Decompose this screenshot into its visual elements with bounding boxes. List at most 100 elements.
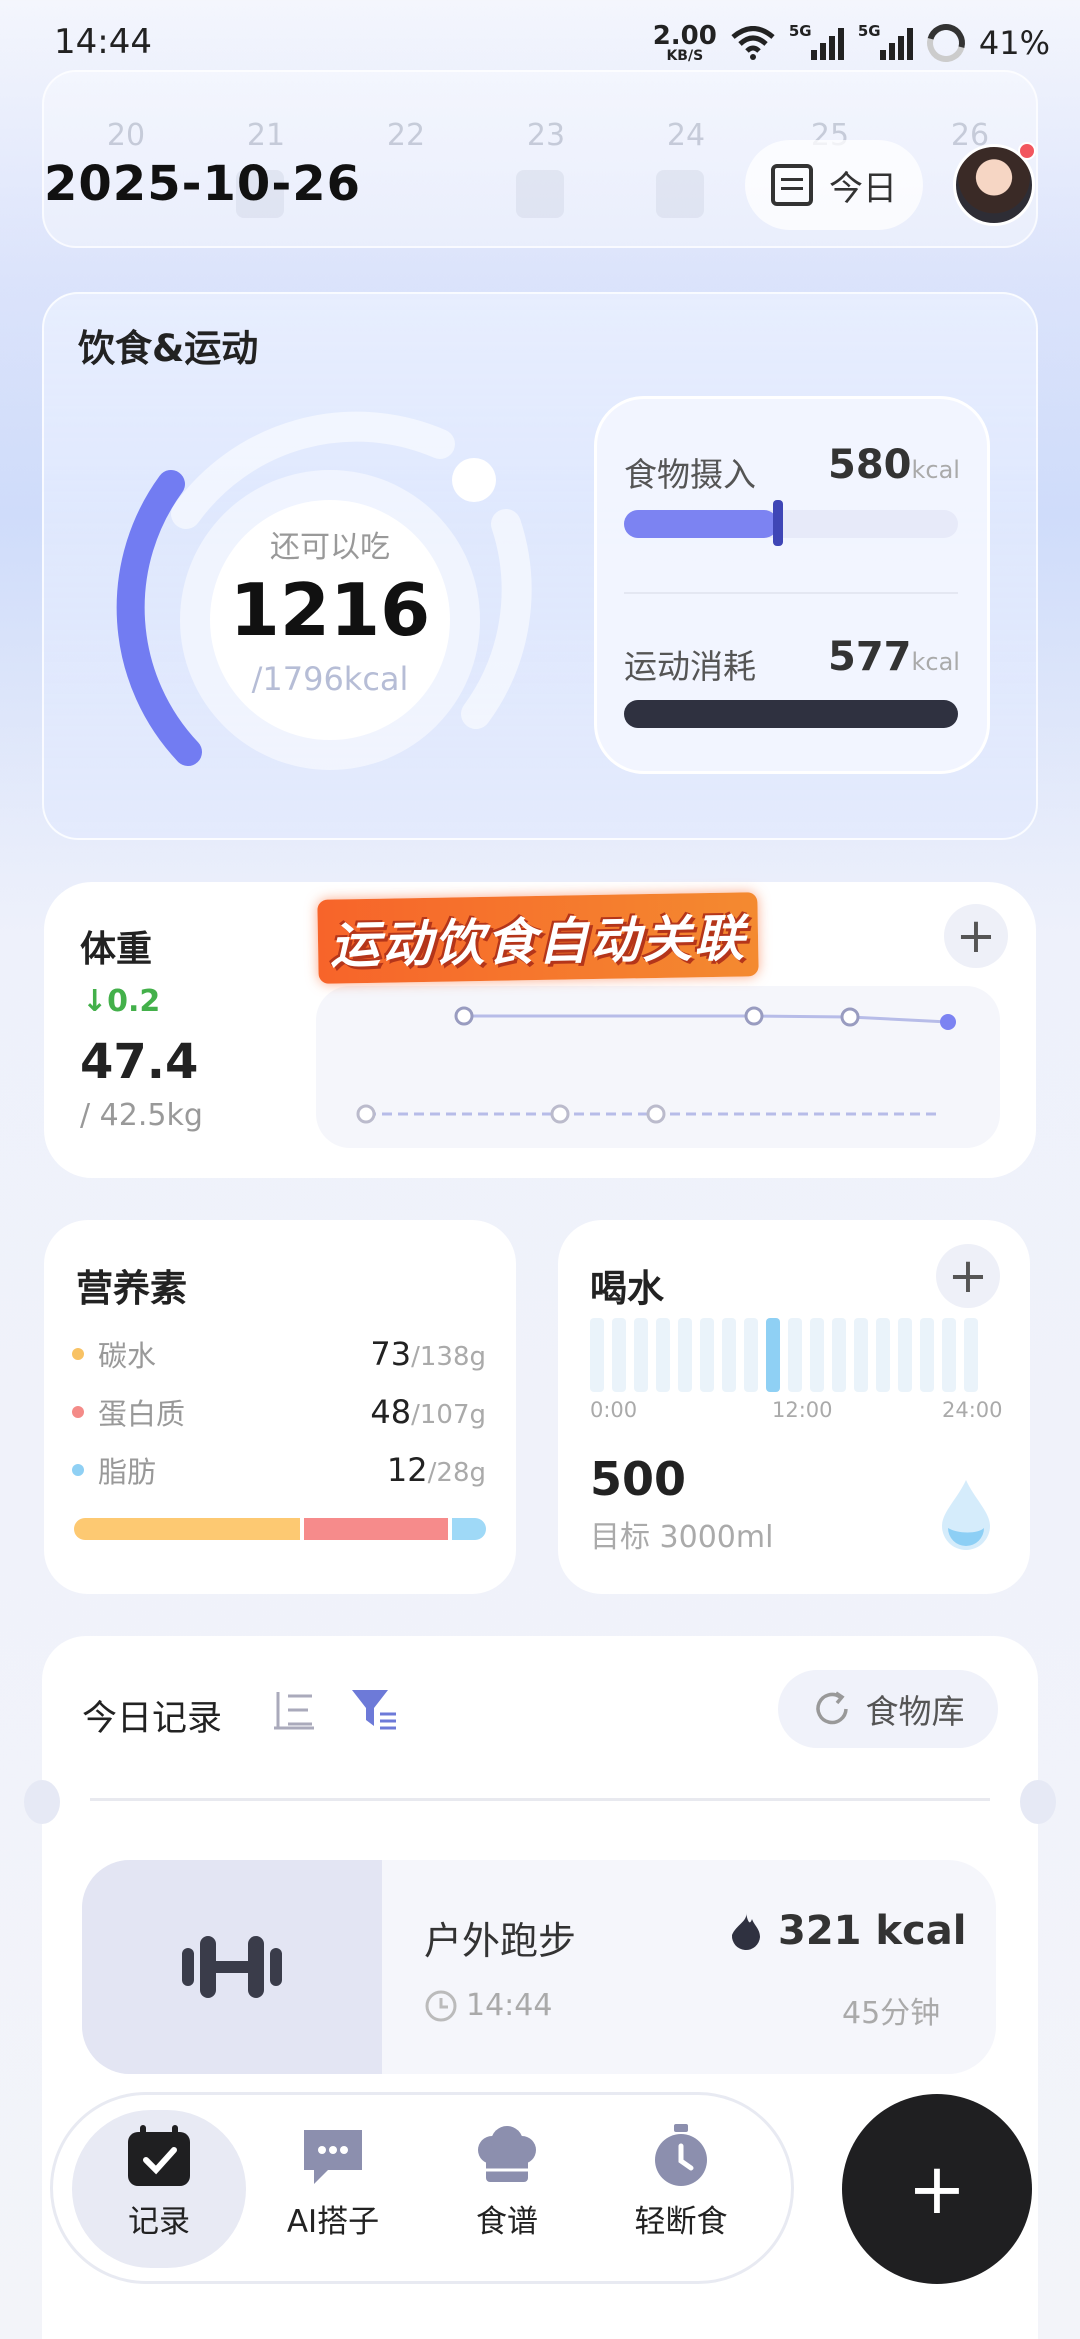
today-button[interactable]: 今日 xyxy=(745,140,923,230)
intake-label: 食物摄入 xyxy=(624,455,756,494)
chat-bubble-icon xyxy=(304,2130,362,2184)
add-weight-button[interactable]: + xyxy=(944,904,1008,968)
week-day[interactable]: 24 xyxy=(656,118,716,153)
water-slot xyxy=(810,1318,824,1392)
intake-marker xyxy=(772,500,783,546)
exercise-duration: 45分钟 xyxy=(842,1996,941,2031)
water-time-mid: 12:00 xyxy=(772,1398,833,1422)
water-slot xyxy=(876,1318,890,1392)
water-amount: 500 xyxy=(590,1452,687,1506)
water-slot xyxy=(964,1318,978,1392)
weight-trend-chart[interactable] xyxy=(316,986,1000,1148)
water-slot xyxy=(854,1318,868,1392)
remaining-label: 还可以吃 xyxy=(270,530,390,565)
weight-change: ↓0.2 xyxy=(82,984,161,1019)
water-slot xyxy=(612,1318,626,1392)
water-slot xyxy=(942,1318,956,1392)
water-slot xyxy=(832,1318,846,1392)
nutrient-row-fat: 脂肪 12/28g xyxy=(72,1450,486,1490)
water-slot xyxy=(722,1318,736,1392)
add-water-button[interactable]: + xyxy=(936,1244,1000,1308)
signal-icon: 5G xyxy=(789,22,844,60)
week-day[interactable]: 22 xyxy=(376,118,436,153)
card-notch-left xyxy=(24,1780,60,1824)
nav-item-fasting[interactable]: 轻断食 xyxy=(594,2124,768,2241)
weight-title: 体重 xyxy=(80,929,153,970)
current-weight: 47.4 xyxy=(80,1034,199,1090)
day-food-icon xyxy=(516,170,564,218)
records-title: 今日记录 xyxy=(82,1699,223,1739)
status-time: 14:44 xyxy=(54,22,152,62)
water-slot xyxy=(920,1318,934,1392)
exercise-calories: 321 kcal xyxy=(726,1908,966,1954)
week-day[interactable]: 21 xyxy=(236,118,296,153)
fat-segment xyxy=(452,1518,486,1540)
remaining-calories: 1216 xyxy=(229,568,431,652)
chef-hat-icon xyxy=(478,2126,536,2182)
promo-banner: 运动饮食自动关联 xyxy=(317,892,759,984)
nutrition-title: 营养素 xyxy=(76,1267,187,1310)
weight-trend-lines xyxy=(356,1006,956,1124)
dumbbell-icon xyxy=(182,1936,282,1998)
page-title-date[interactable]: 2025-10-26 xyxy=(44,156,361,212)
records-divider xyxy=(90,1798,990,1801)
burn-value: 577kcal xyxy=(828,634,960,680)
intake-bar xyxy=(624,510,958,538)
exercise-name: 户外跑步 xyxy=(424,1919,577,1963)
day-food-icon xyxy=(656,170,704,218)
water-time-end: 24:00 xyxy=(942,1398,1003,1422)
burn-bar-fill xyxy=(624,700,958,728)
water-slot xyxy=(766,1318,780,1392)
nutrient-row-protein: 蛋白质 48/107g xyxy=(72,1392,486,1432)
water-slot xyxy=(788,1318,802,1392)
carbs-segment xyxy=(74,1518,300,1540)
water-slot xyxy=(656,1318,670,1392)
protein-dot-icon xyxy=(72,1406,84,1418)
water-slot xyxy=(744,1318,758,1392)
macro-bar xyxy=(74,1518,486,1540)
water-goal: 目标 3000ml xyxy=(590,1520,774,1555)
notification-dot xyxy=(1018,142,1036,160)
diet-card-title: 饮食&运动 xyxy=(78,327,259,370)
week-day[interactable]: 20 xyxy=(96,118,156,153)
fat-dot-icon xyxy=(72,1464,84,1476)
burn-label: 运动消耗 xyxy=(624,647,756,686)
refresh-icon xyxy=(815,1691,848,1725)
water-drop-icon xyxy=(942,1480,990,1550)
panel-divider xyxy=(624,592,958,594)
battery-level: 41% xyxy=(978,24,1050,62)
calendar-icon xyxy=(771,164,813,206)
add-record-fab[interactable]: + xyxy=(842,2094,1032,2284)
week-day[interactable]: 23 xyxy=(516,118,576,153)
water-title: 喝水 xyxy=(590,1267,664,1310)
filter-icon[interactable] xyxy=(350,1686,398,1732)
water-slot xyxy=(898,1318,912,1392)
burn-bar xyxy=(624,700,958,728)
calorie-goal: /1796kcal xyxy=(251,660,409,698)
nav-item-recipes[interactable]: 食谱 xyxy=(420,2124,594,2241)
clock-icon xyxy=(425,1990,457,2021)
battery-icon xyxy=(919,17,972,69)
stopwatch-icon xyxy=(655,2124,707,2186)
water-slot xyxy=(678,1318,692,1392)
target-weight: / 42.5kg xyxy=(80,1098,203,1133)
food-library-button[interactable]: 食物库 xyxy=(778,1670,998,1748)
water-slot xyxy=(700,1318,714,1392)
nav-item-records[interactable]: 记录 xyxy=(72,2124,246,2241)
signal-icon: 5G xyxy=(858,22,913,60)
wifi-icon xyxy=(731,26,775,60)
intake-value: 580kcal xyxy=(828,442,960,488)
flame-icon xyxy=(731,1913,760,1951)
water-time-start: 0:00 xyxy=(590,1398,638,1422)
intake-bar-fill xyxy=(624,510,778,538)
card-notch-right xyxy=(1020,1780,1056,1824)
protein-segment xyxy=(304,1518,448,1540)
nutrient-row-carbs: 碳水 73/138g xyxy=(72,1334,486,1374)
sort-order-icon[interactable] xyxy=(272,1688,316,1732)
exercise-time: 14:44 xyxy=(424,1988,552,2023)
nav-item-ai-buddy[interactable]: AI搭子 xyxy=(246,2124,420,2241)
carbs-dot-icon xyxy=(72,1348,84,1360)
status-icons: 2.00 KB/S 5G 5G 41% xyxy=(652,17,1050,69)
calendar-check-icon xyxy=(128,2125,190,2186)
network-speed: 2.00 KB/S xyxy=(652,21,717,64)
